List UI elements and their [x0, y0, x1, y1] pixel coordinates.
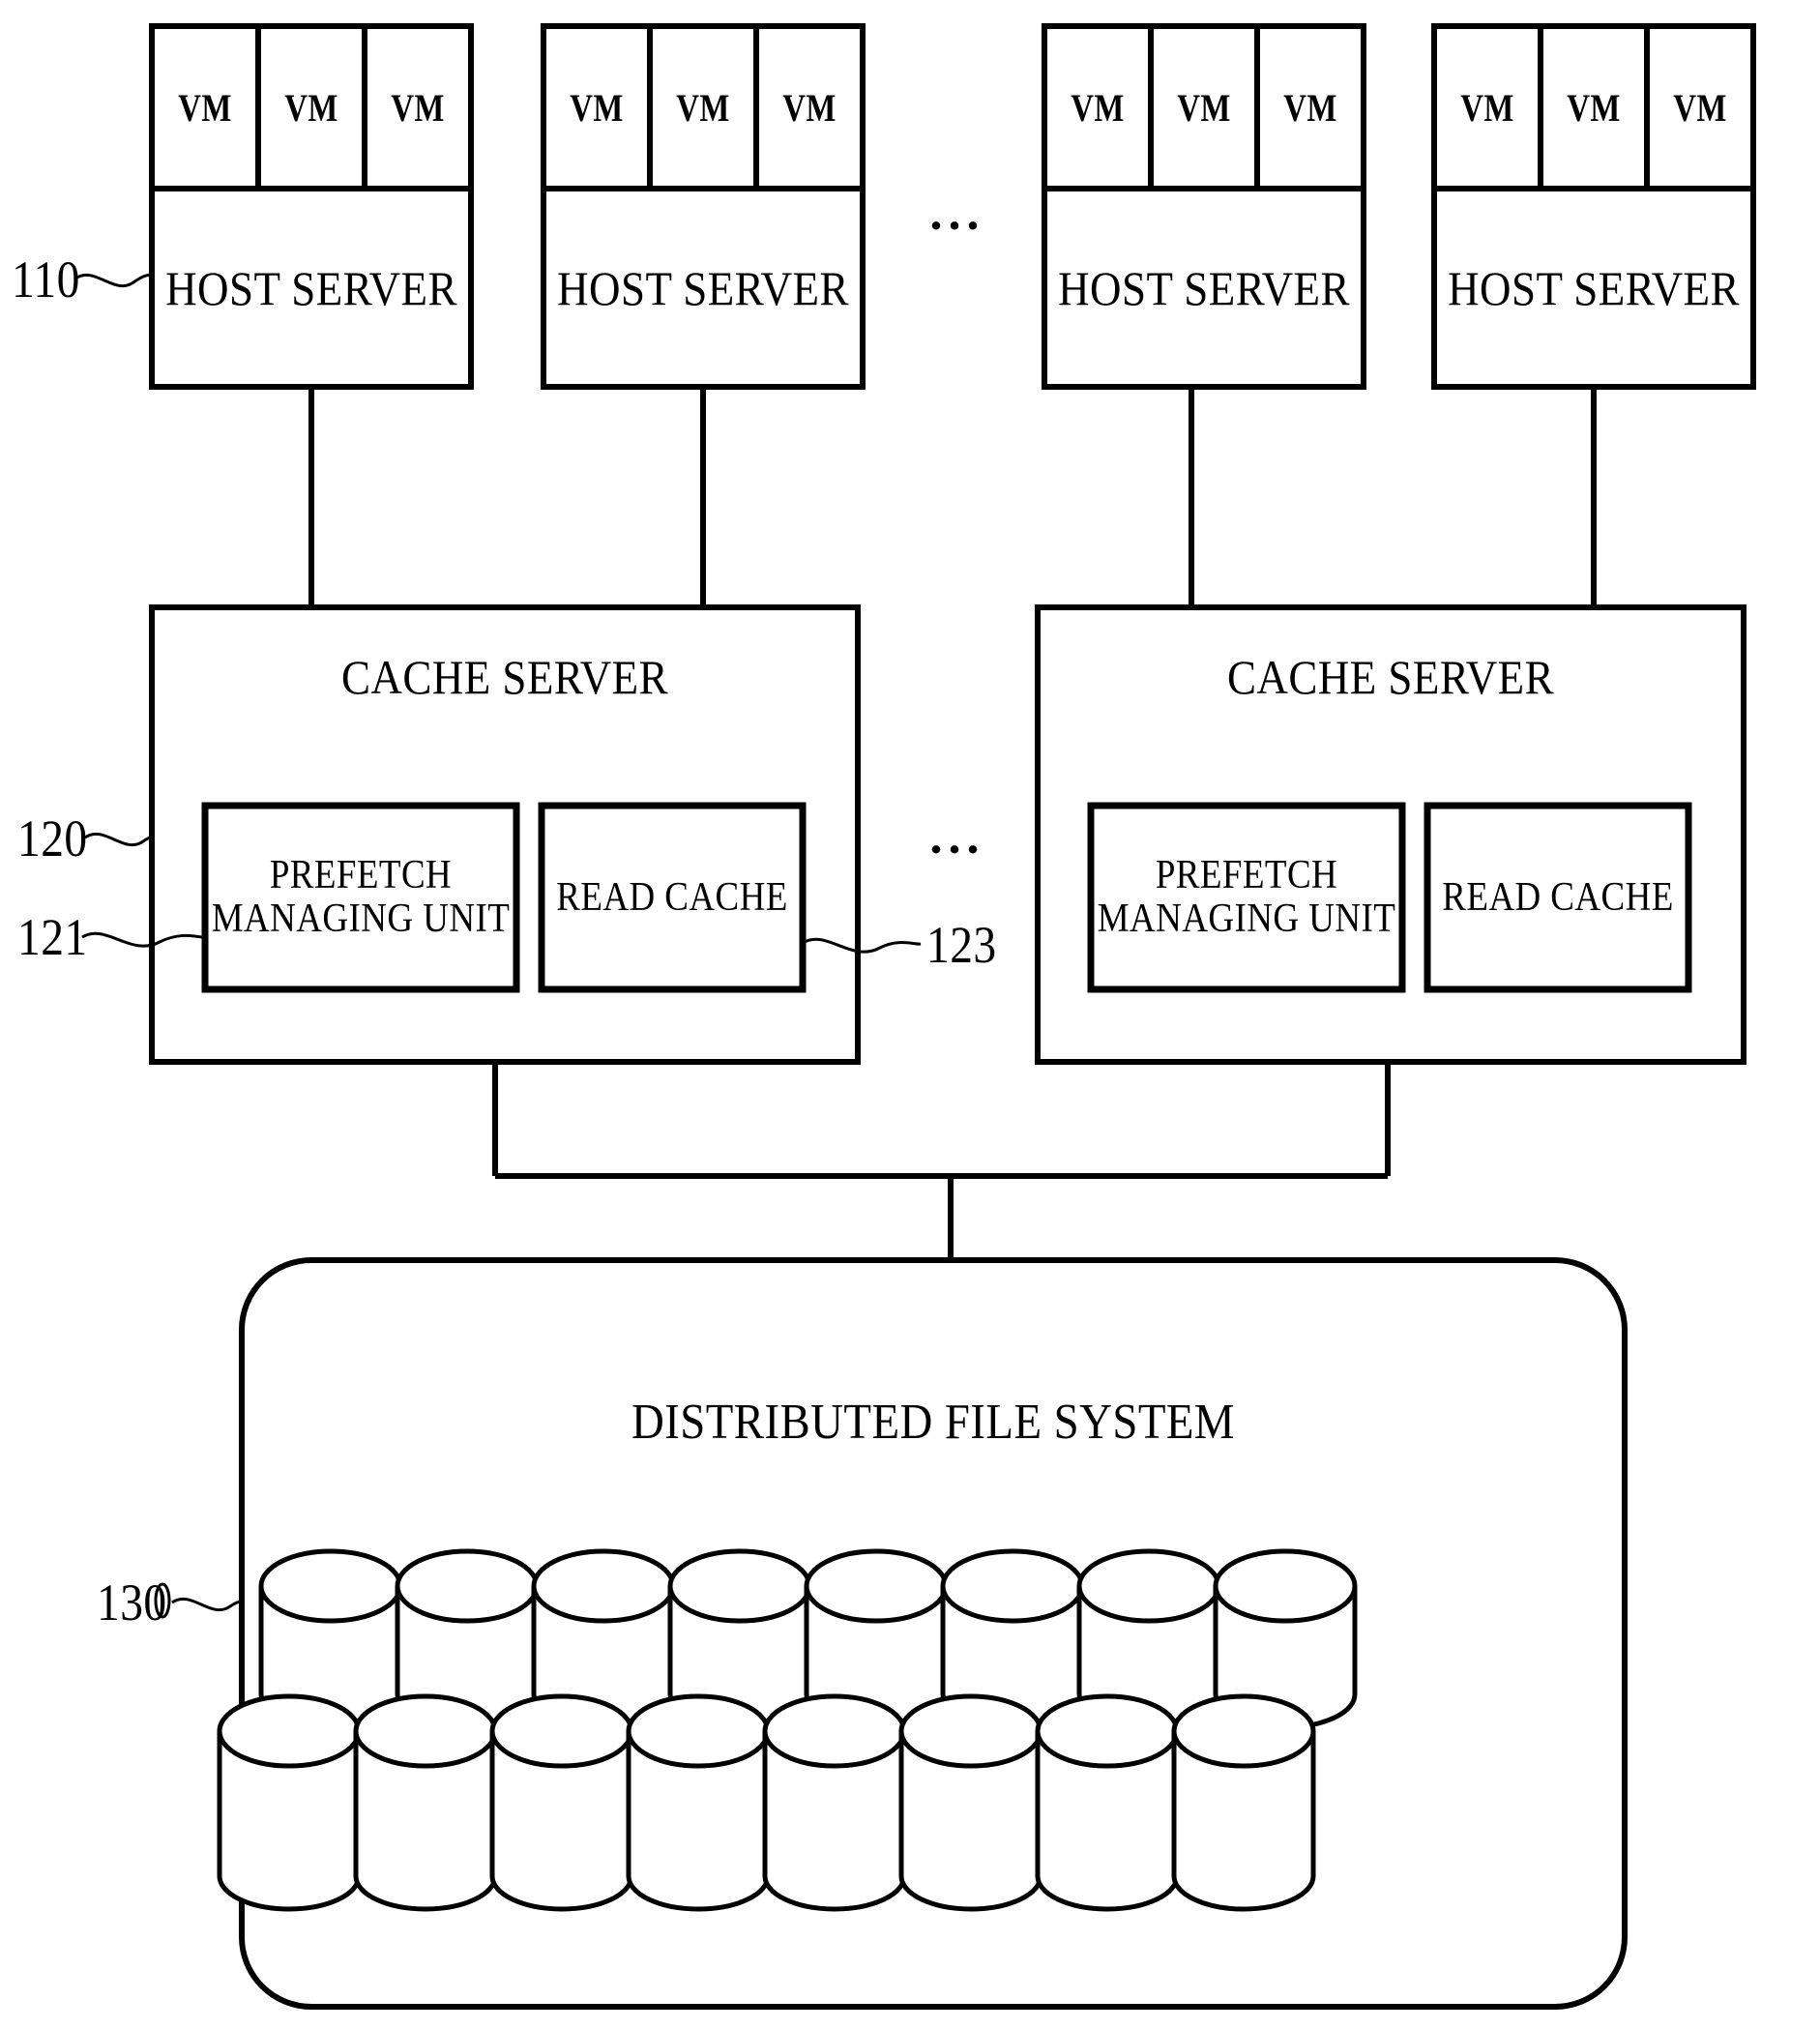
cache-server-1-label: CACHE SERVER: [340, 650, 669, 704]
disk-front-7: [1035, 1693, 1180, 1912]
host-2-vm-3: VM: [782, 85, 837, 130]
cache-to-dfs-bus: [492, 1062, 1391, 1260]
host-4-vm-2: VM: [1567, 85, 1621, 130]
leader-line-110: [74, 273, 154, 288]
disk-front-3: [489, 1693, 634, 1912]
disk-front-4: [626, 1693, 771, 1912]
patent-figure-canvas: VM VM VM HOST SERVER VM VM VM HOST SERVE…: [0, 0, 1820, 2029]
prefetch-1-line1: PREFETCH: [269, 853, 453, 898]
leader-line-130: [171, 1597, 244, 1612]
ref-numeral-121: 121: [17, 908, 88, 966]
ref-numeral-130: 130: [97, 1573, 167, 1632]
read-cache-1-label: READ CACHE: [556, 874, 788, 920]
ellipsis-hosts: ...: [929, 185, 985, 241]
disk-front-6: [898, 1693, 1043, 1912]
disk-array-front-row: [217, 1693, 1316, 1912]
ellipsis-cache: ...: [929, 809, 985, 865]
ref-numeral-120: 120: [17, 809, 88, 867]
cache-server-2-label: CACHE SERVER: [1226, 650, 1555, 704]
prefetch-managing-unit-1-label: PREFETCH MANAGING UNIT: [212, 806, 510, 989]
disk-front-5: [762, 1693, 907, 1912]
disk-front-8: [1171, 1693, 1316, 1912]
disk-front-2: [353, 1693, 498, 1912]
read-cache-2-label: READ CACHE: [1442, 874, 1674, 920]
host-1-vm-1: VM: [178, 85, 232, 130]
host-4-label: HOST SERVER: [1448, 260, 1740, 315]
host-3-vm-3: VM: [1283, 85, 1337, 130]
host-2-vm-2: VM: [676, 85, 730, 130]
host-4-vm-3: VM: [1673, 85, 1727, 130]
host-2-label: HOST SERVER: [557, 260, 849, 315]
ref-numeral-123: 123: [926, 916, 997, 974]
disk-front-1: [217, 1693, 362, 1912]
ref-numeral-110: 110: [12, 250, 80, 309]
host-1-label: HOST SERVER: [165, 260, 457, 315]
leader-line-120: [84, 832, 153, 847]
host-1-vm-3: VM: [391, 85, 445, 130]
host-2-vm-1: VM: [570, 85, 624, 130]
host-3-vm-2: VM: [1177, 85, 1231, 130]
host-3-vm-1: VM: [1071, 85, 1125, 130]
host-3-label: HOST SERVER: [1058, 260, 1350, 315]
prefetch-2-line2: MANAGING UNIT: [1097, 897, 1396, 941]
distributed-file-system-label: DISTRIBUTED FILE SYSTEM: [631, 1394, 1235, 1450]
prefetch-2-line1: PREFETCH: [1155, 853, 1338, 898]
host-1-vm-2: VM: [284, 85, 338, 130]
prefetch-1-line2: MANAGING UNIT: [211, 897, 511, 941]
host-4-vm-1: VM: [1460, 85, 1514, 130]
prefetch-managing-unit-2-label: PREFETCH MANAGING UNIT: [1098, 806, 1395, 989]
